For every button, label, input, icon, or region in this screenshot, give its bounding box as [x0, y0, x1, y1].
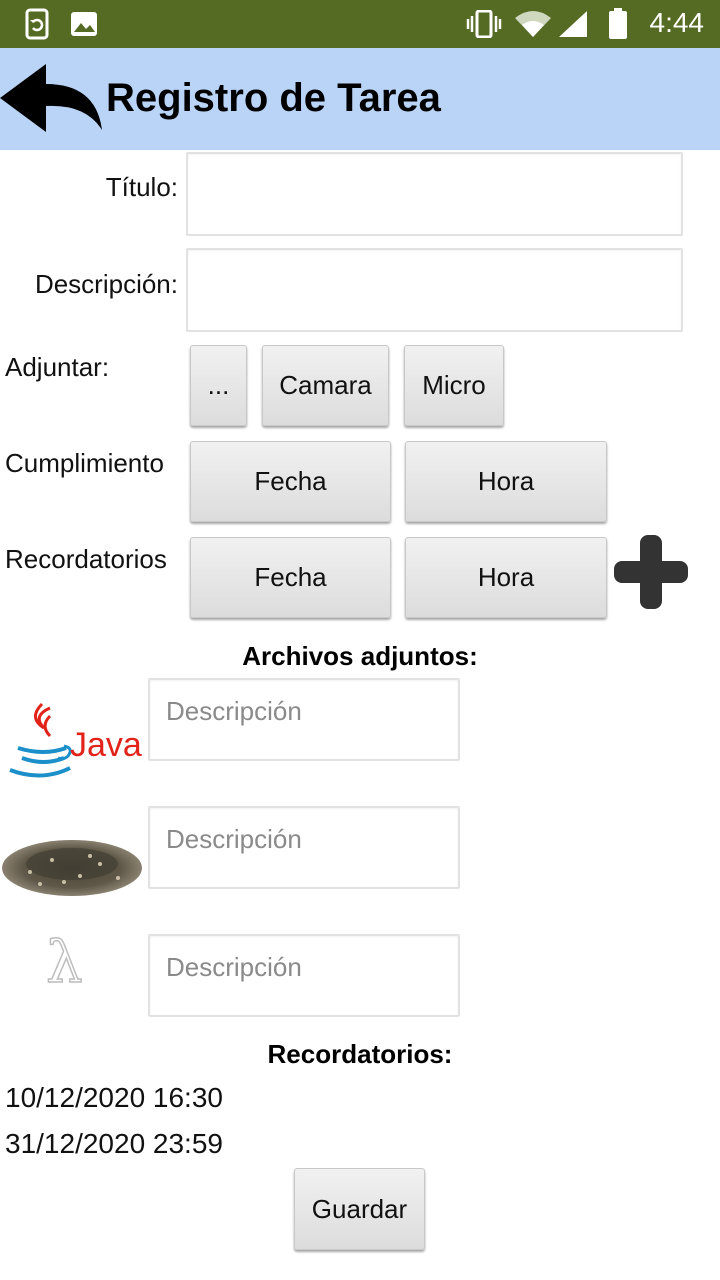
reminder-item: 31/12/2020 23:59 [5, 1128, 223, 1159]
page-title: Registro de Tarea [106, 76, 441, 120]
titulo-label: Título: [105, 172, 178, 202]
reminders-title: Recordatorios: [267, 1039, 453, 1069]
seeds-image [0, 820, 144, 904]
lambda-icon: λ [45, 927, 83, 997]
plus-icon [614, 535, 688, 613]
browse-button[interactable]: ... [190, 345, 247, 426]
signal-icon [558, 10, 588, 43]
descripcion-field[interactable] [186, 248, 683, 332]
wifi-icon [514, 10, 552, 43]
cumplimiento-label: Cumplimiento [5, 448, 164, 478]
adjuntar-label: Adjuntar: [5, 352, 110, 382]
back-arrow-icon [0, 64, 104, 140]
vibrate-icon [466, 9, 502, 43]
descripcion-label: Descripción: [34, 269, 178, 299]
attachment-description-3[interactable]: Descripción [148, 934, 460, 1017]
attachment-description-1[interactable]: Descripción [148, 678, 460, 761]
back-button[interactable] [0, 64, 106, 136]
java-logo: Java [4, 700, 142, 782]
recordatorio-fecha-button[interactable]: Fecha [190, 537, 391, 618]
micro-button[interactable]: Micro [404, 345, 504, 426]
attachments-title: Archivos adjuntos: [242, 641, 478, 671]
add-reminder-button[interactable] [614, 535, 688, 609]
screen-rotation-icon [24, 8, 52, 45]
reminder-item: 10/12/2020 16:30 [5, 1082, 223, 1113]
titulo-field[interactable] [186, 152, 683, 236]
cumplimiento-fecha-button[interactable]: Fecha [190, 441, 391, 522]
app-bar: Registro de Tarea [0, 48, 720, 150]
status-bar: 4:44 [0, 0, 720, 48]
battery-icon [608, 8, 628, 45]
camera-button[interactable]: Camara [262, 345, 389, 426]
clock: 4:44 [649, 7, 705, 38]
java-logo-text: Java [70, 726, 142, 764]
cumplimiento-hora-button[interactable]: Hora [405, 441, 607, 522]
recordatorio-hora-button[interactable]: Hora [405, 537, 607, 618]
attachment-description-2[interactable]: Descripción [148, 806, 460, 889]
save-button[interactable]: Guardar [294, 1168, 425, 1250]
recordatorios-label: Recordatorios [5, 544, 167, 574]
image-icon [70, 11, 98, 42]
